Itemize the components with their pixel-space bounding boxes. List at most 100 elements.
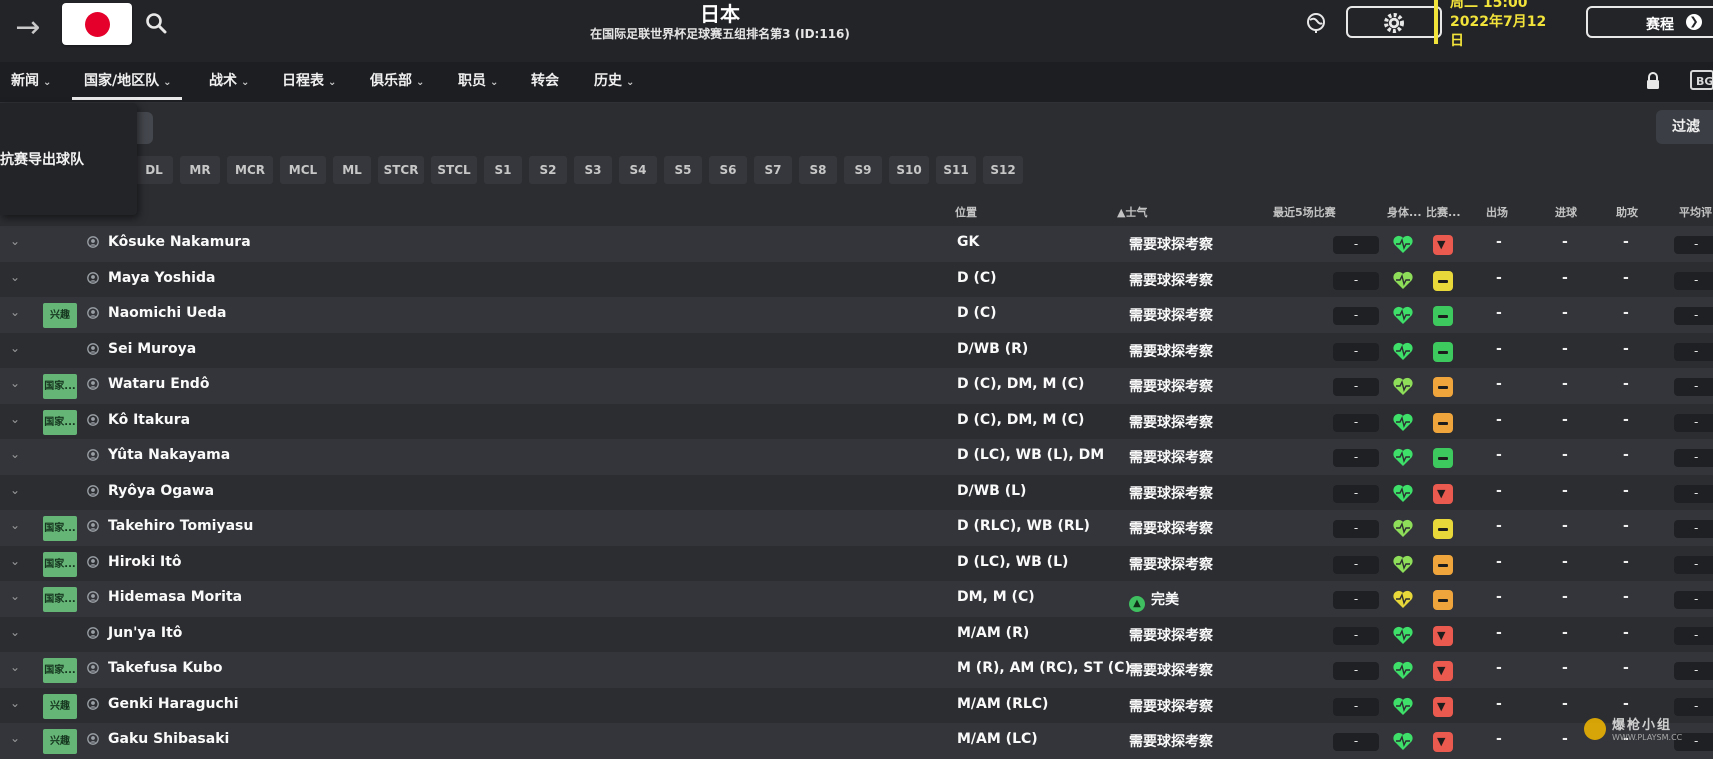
- position-chip[interactable]: S5: [664, 156, 702, 184]
- position-chip[interactable]: MR: [180, 156, 220, 184]
- table-row[interactable]: ⌄ 国家... Wataru Endô D (C), DM, M (C) 需要球探考察 -…: [0, 368, 1713, 404]
- position-chip[interactable]: STCL: [431, 156, 477, 184]
- position-chip[interactable]: S11: [936, 156, 976, 184]
- globe-icon[interactable]: [1305, 12, 1327, 34]
- expand-chevron-icon[interactable]: ⌄: [10, 731, 24, 745]
- position-chip[interactable]: MCR: [227, 156, 273, 184]
- table-row[interactable]: ⌄ Yûta Nakayama D (LC), WB (L), DM 需要球探考察 - -…: [0, 439, 1713, 475]
- position-chip[interactable]: MCL: [280, 156, 326, 184]
- lock-icon[interactable]: [1646, 72, 1660, 90]
- dropdown-item-export-team[interactable]: 抗赛导出球队: [0, 149, 84, 169]
- avg-rating-value: -: [1674, 626, 1713, 645]
- column-header-morale[interactable]: ▲士气: [1117, 204, 1147, 220]
- player-name[interactable]: Takehiro Tomiyasu: [108, 518, 253, 534]
- player-name[interactable]: Maya Yoshida: [108, 270, 215, 286]
- expand-chevron-icon[interactable]: ⌄: [10, 696, 24, 710]
- table-row[interactable]: ⌄ Kôsuke Nakamura GK 需要球探考察 - ▼ - - - -: [0, 226, 1713, 262]
- position-chip[interactable]: S3: [574, 156, 612, 184]
- continue-match-button[interactable]: 赛程 ❯: [1586, 6, 1713, 38]
- expand-chevron-icon[interactable]: ⌄: [10, 234, 24, 248]
- nav-schedule[interactable]: 日程表 ⌄: [282, 62, 336, 102]
- expand-chevron-icon[interactable]: ⌄: [10, 305, 24, 319]
- table-row[interactable]: ⌄ Maya Yoshida D (C) 需要球探考察 - - - - -: [0, 261, 1713, 298]
- expand-chevron-icon[interactable]: ⌄: [10, 447, 24, 461]
- expand-chevron-icon[interactable]: ⌄: [10, 376, 24, 390]
- player-name[interactable]: Naomichi Ueda: [108, 305, 226, 321]
- player-name[interactable]: Yûta Nakayama: [108, 447, 230, 463]
- table-row[interactable]: ⌄ Sei Muroya D/WB (R) 需要球探考察 - - - - -: [0, 332, 1713, 369]
- column-header-match-status[interactable]: 比赛...: [1426, 204, 1461, 220]
- player-name[interactable]: Wataru Endô: [108, 376, 209, 392]
- player-name[interactable]: Hiroki Itô: [108, 554, 182, 570]
- table-row[interactable]: ⌄ 兴趣 Gaku Shibasaki M/AM (LC) 需要球探考察 - ▼ - - - -: [0, 723, 1713, 759]
- condition-heart-icon: [1393, 519, 1413, 537]
- table-row[interactable]: ⌄ 国家... Takehiro Tomiyasu D (RLC), WB (RL) 需…: [0, 510, 1713, 546]
- expand-chevron-icon[interactable]: ⌄: [10, 518, 24, 532]
- position-chip[interactable]: S7: [754, 156, 792, 184]
- table-row[interactable]: ⌄ Jun'ya Itô M/AM (R) 需要球探考察 - ▼ - - - -: [0, 616, 1713, 653]
- player-name[interactable]: Sei Muroya: [108, 341, 196, 357]
- position-chip[interactable]: S12: [983, 156, 1023, 184]
- expand-chevron-icon[interactable]: ⌄: [10, 660, 24, 674]
- position-chip[interactable]: ML: [333, 156, 371, 184]
- japan-flag-icon[interactable]: [62, 3, 132, 45]
- bg-toggle-icon[interactable]: BG: [1690, 70, 1713, 90]
- column-header-goals[interactable]: 进球: [1555, 204, 1577, 220]
- expand-chevron-icon[interactable]: ⌄: [10, 341, 24, 355]
- filter-button[interactable]: 过滤: [1656, 110, 1713, 144]
- position-chip[interactable]: S4: [619, 156, 657, 184]
- player-name[interactable]: Genki Haraguchi: [108, 696, 239, 712]
- column-header-apps[interactable]: 出场: [1486, 204, 1508, 220]
- player-name[interactable]: Gaku Shibasaki: [108, 731, 229, 747]
- table-row[interactable]: ⌄ 国家... Hiroki Itô D (LC), WB (L) 需要球探考察 - - - -…: [0, 545, 1713, 582]
- expand-chevron-icon[interactable]: ⌄: [10, 270, 24, 284]
- expand-chevron-icon[interactable]: ⌄: [10, 412, 24, 426]
- position-chip[interactable]: S10: [889, 156, 929, 184]
- settings-button[interactable]: [1346, 6, 1442, 38]
- position-chip[interactable]: S6: [709, 156, 747, 184]
- column-header-position[interactable]: 位置: [955, 204, 977, 220]
- player-name[interactable]: Hidemasa Morita: [108, 589, 242, 605]
- nav-news[interactable]: 新闻 ⌄: [11, 62, 51, 102]
- nav-transfers[interactable]: 转会: [531, 62, 559, 102]
- condition-heart-icon: [1393, 697, 1413, 715]
- nav-staff[interactable]: 职员 ⌄: [458, 62, 498, 102]
- position-chip[interactable]: DL: [135, 156, 173, 184]
- expand-chevron-icon[interactable]: ⌄: [10, 589, 24, 603]
- table-row[interactable]: ⌄ 国家... Takefusa Kubo M (R), AM (RC), ST (C…: [0, 652, 1713, 688]
- player-name[interactable]: Jun'ya Itô: [108, 625, 182, 641]
- column-header-condition[interactable]: 身体...: [1387, 204, 1422, 220]
- player-name[interactable]: Ryôya Ogawa: [108, 483, 214, 499]
- column-header-assists[interactable]: 助攻: [1616, 204, 1638, 220]
- table-row[interactable]: ⌄ 国家... Hidemasa Morita DM, M (C) ▲ 完美 - - - - -: [0, 581, 1713, 617]
- expand-chevron-icon[interactable]: ⌄: [10, 625, 24, 639]
- position-chip[interactable]: S9: [844, 156, 882, 184]
- position-chip[interactable]: S8: [799, 156, 837, 184]
- position-chip[interactable]: S2: [529, 156, 567, 184]
- player-position: D (C), DM, M (C): [957, 376, 1085, 392]
- table-row[interactable]: ⌄ 兴趣 Genki Haraguchi M/AM (RLC) 需要球探考察 - ▼ - - - -: [0, 687, 1713, 724]
- nav-tactics[interactable]: 战术 ⌄: [209, 62, 249, 102]
- position-chip[interactable]: S1: [484, 156, 522, 184]
- column-header-last5[interactable]: 最近5场比赛: [1273, 204, 1336, 220]
- player-name[interactable]: Kô Itakura: [108, 412, 190, 428]
- nav-history[interactable]: 历史 ⌄: [594, 62, 634, 102]
- morale-up-icon: ▲: [1129, 596, 1145, 612]
- player-name[interactable]: Kôsuke Nakamura: [108, 234, 251, 250]
- nav-national-team[interactable]: 国家/地区队 ⌄: [72, 62, 181, 102]
- player-name[interactable]: Takefusa Kubo: [108, 660, 223, 676]
- column-header-avg-rating[interactable]: 平均评: [1679, 204, 1712, 220]
- search-icon[interactable]: [145, 12, 167, 34]
- watermark-icon: [1584, 718, 1606, 740]
- expand-chevron-icon[interactable]: ⌄: [10, 554, 24, 568]
- condition-heart-icon: [1393, 448, 1413, 466]
- back-arrow-icon[interactable]: →: [8, 8, 48, 48]
- table-row[interactable]: ⌄ Ryôya Ogawa D/WB (L) 需要球探考察 - ▼ - - - -: [0, 474, 1713, 511]
- match-status-icon: [1433, 590, 1453, 610]
- nav-club[interactable]: 俱乐部 ⌄: [370, 62, 424, 102]
- table-row[interactable]: ⌄ 国家... Kô Itakura D (C), DM, M (C) 需要球探考察 - -…: [0, 403, 1713, 440]
- apps-value: -: [1496, 695, 1502, 712]
- position-chip[interactable]: STCR: [378, 156, 424, 184]
- expand-chevron-icon[interactable]: ⌄: [10, 483, 24, 497]
- table-row[interactable]: ⌄ 兴趣 Naomichi Ueda D (C) 需要球探考察 - - - - -: [0, 297, 1713, 333]
